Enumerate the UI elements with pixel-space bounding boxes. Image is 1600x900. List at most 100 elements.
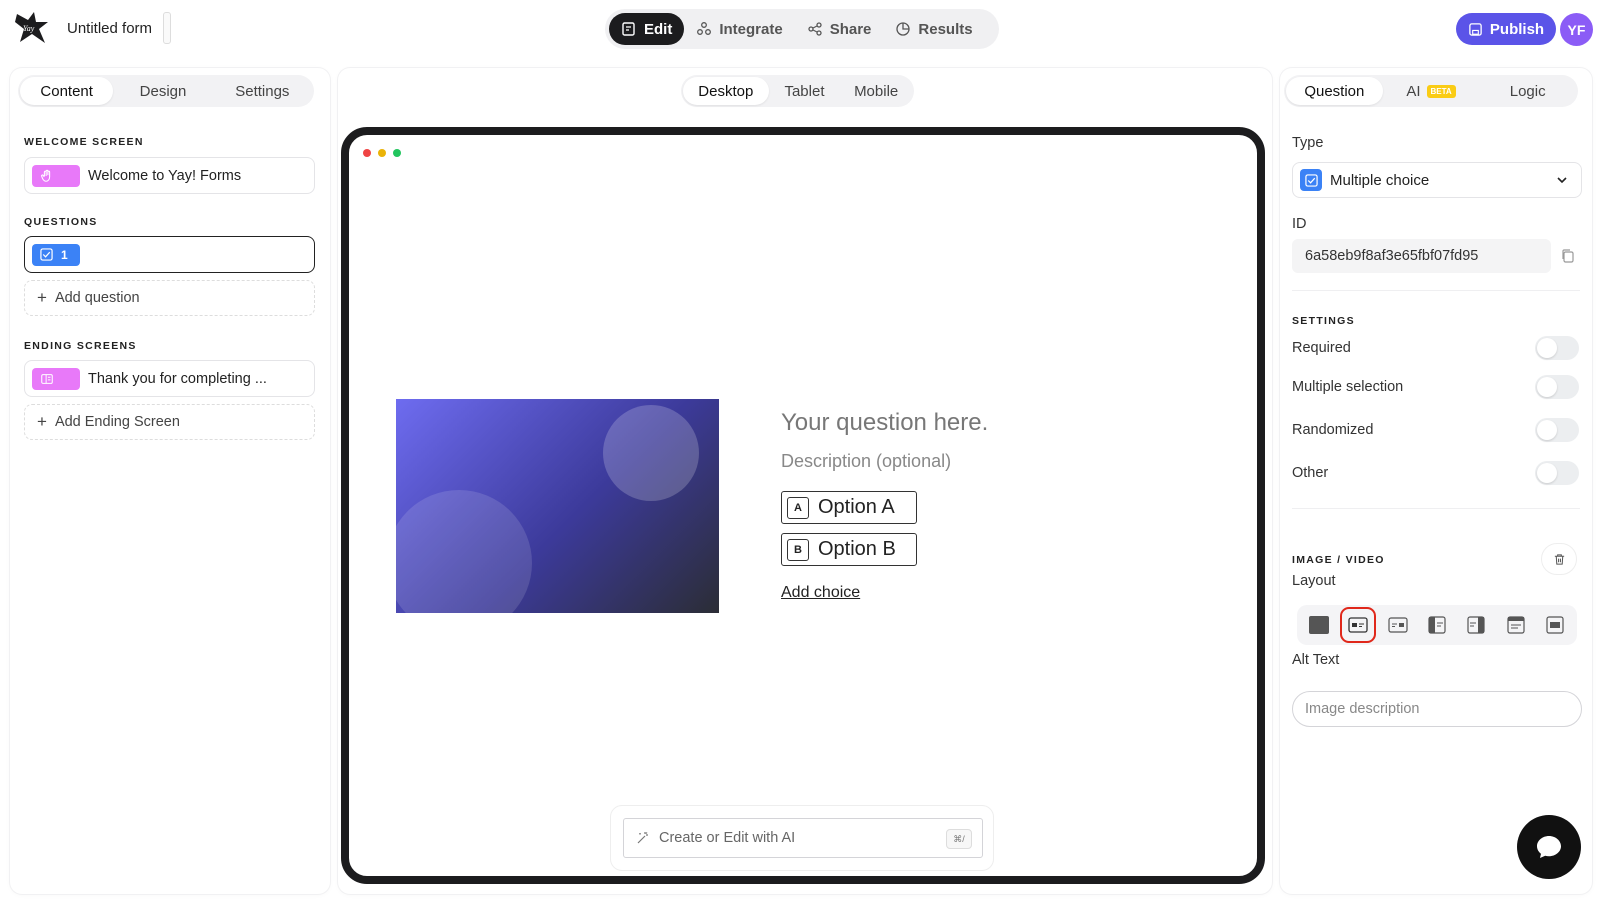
- form-title[interactable]: Untitled form: [67, 20, 152, 37]
- layout-split-right-icon[interactable]: [1462, 611, 1490, 639]
- mode-switch: Edit Integrate Share Results: [605, 9, 999, 49]
- question-chip: 1: [32, 243, 80, 266]
- id-label: ID: [1292, 216, 1307, 232]
- questions-heading: QUESTIONS: [24, 216, 98, 228]
- ending-screen-icon: [32, 367, 80, 390]
- mode-share-label: Share: [829, 20, 872, 38]
- welcome-screen-label: Welcome to Yay! Forms: [88, 167, 242, 184]
- layout-image-left-icon[interactable]: [1340, 607, 1377, 643]
- publish-button[interactable]: Publish: [1456, 13, 1556, 45]
- checkbox-icon: [40, 248, 53, 261]
- welcome-screen-item[interactable]: Welcome to Yay! Forms: [24, 157, 315, 194]
- magic-wand-icon: [637, 832, 648, 844]
- shortcut-hint: ⌘/: [946, 829, 972, 849]
- mode-edit-button[interactable]: Edit: [609, 13, 685, 45]
- other-toggle[interactable]: [1535, 461, 1579, 485]
- trash-icon: [1554, 553, 1564, 565]
- mode-results-button[interactable]: Results: [883, 13, 984, 45]
- layout-image-right-icon[interactable]: [1384, 611, 1412, 639]
- mode-integrate-button[interactable]: Integrate: [684, 13, 794, 45]
- setting-required-label: Required: [1292, 340, 1351, 356]
- avatar[interactable]: YF: [1560, 13, 1593, 46]
- plus-icon: +: [37, 412, 47, 431]
- layout-label: Layout: [1292, 573, 1336, 589]
- choice-key: A: [787, 496, 809, 519]
- yay-forms-logo-icon[interactable]: Yay: [14, 10, 50, 46]
- add-question-button[interactable]: + Add question: [24, 280, 315, 316]
- type-label: Type: [1292, 135, 1324, 151]
- choice-option-a[interactable]: A Option A: [781, 491, 917, 524]
- chat-bubble-icon: [1537, 836, 1561, 858]
- tab-design[interactable]: Design: [113, 77, 212, 105]
- divider: [1292, 508, 1580, 509]
- window-dots: [363, 149, 401, 157]
- layout-split-left-icon[interactable]: [1423, 611, 1451, 639]
- ai-input-placeholder: Create or Edit with AI: [659, 830, 796, 846]
- image-circle-decoration: [396, 490, 532, 613]
- tab-ai-label: AI: [1406, 82, 1421, 100]
- question-item[interactable]: 1: [24, 236, 315, 273]
- question-description[interactable]: Description (optional): [781, 451, 951, 472]
- welcome-screen-heading: WELCOME SCREEN: [24, 136, 144, 148]
- add-ending-screen-label: Add Ending Screen: [54, 414, 180, 430]
- add-question-label: Add question: [54, 290, 140, 306]
- add-choice-link[interactable]: Add choice: [781, 584, 860, 602]
- layout-background-icon[interactable]: [1541, 611, 1569, 639]
- mode-edit-label: Edit: [644, 20, 673, 38]
- left-panel: Content Design Settings WELCOME SCREEN W…: [10, 68, 330, 894]
- choice-label: Option A: [818, 496, 895, 518]
- choice-label: Option B: [818, 538, 896, 560]
- results-icon: [896, 22, 911, 36]
- tab-settings[interactable]: Settings: [213, 77, 312, 105]
- choice-option-b[interactable]: B Option B: [781, 533, 917, 566]
- mode-results-label: Results: [918, 20, 973, 38]
- top-bar: Yay Untitled form Edit Integrate Share R…: [0, 0, 1600, 60]
- randomized-toggle[interactable]: [1535, 418, 1579, 442]
- mode-integrate-label: Integrate: [719, 20, 783, 38]
- mode-share-button[interactable]: Share: [795, 13, 884, 45]
- share-icon: [808, 22, 822, 36]
- edit-icon: [622, 22, 635, 36]
- choice-key: B: [787, 538, 809, 561]
- layout-options: [1297, 605, 1577, 645]
- tab-ai[interactable]: AI BETA: [1383, 77, 1480, 105]
- setting-multiple-selection-label: Multiple selection: [1292, 379, 1404, 395]
- delete-image-button[interactable]: [1541, 543, 1577, 575]
- tab-tablet[interactable]: Tablet: [769, 77, 841, 105]
- question-image[interactable]: [396, 399, 719, 613]
- hand-icon: [32, 164, 80, 187]
- image-video-heading: IMAGE / VIDEO: [1292, 554, 1385, 566]
- layout-full-image-icon[interactable]: [1305, 611, 1333, 639]
- layout-image-top-icon[interactable]: [1502, 611, 1530, 639]
- save-icon: [1469, 22, 1482, 36]
- publish-label: Publish: [1489, 20, 1545, 38]
- add-ending-screen-button[interactable]: + Add Ending Screen: [24, 404, 315, 440]
- tab-content[interactable]: Content: [20, 77, 114, 105]
- question-number: 1: [61, 247, 68, 262]
- tab-question[interactable]: Question: [1286, 77, 1383, 105]
- question-title[interactable]: Your question here.: [781, 409, 988, 437]
- setting-randomized-label: Randomized: [1292, 422, 1374, 438]
- tab-mobile[interactable]: Mobile: [840, 77, 912, 105]
- question-id-field[interactable]: 6a58eb9f8af3e65fbf07fd95: [1292, 239, 1551, 273]
- type-value: Multiple choice: [1330, 171, 1430, 189]
- tab-desktop[interactable]: Desktop: [683, 77, 769, 105]
- tab-logic[interactable]: Logic: [1479, 77, 1576, 105]
- image-circle-decoration: [603, 405, 699, 501]
- multiple-selection-toggle[interactable]: [1535, 375, 1579, 399]
- copy-icon[interactable]: [1560, 248, 1576, 264]
- question-type-select[interactable]: Multiple choice: [1292, 162, 1582, 198]
- required-toggle[interactable]: [1535, 336, 1579, 360]
- checkbox-icon: [1300, 169, 1322, 191]
- setting-other-label: Other: [1292, 465, 1329, 481]
- device-tabs: Desktop Tablet Mobile: [681, 75, 914, 107]
- ai-input[interactable]: Create or Edit with AI ⌘/: [623, 818, 983, 858]
- ending-screen-item[interactable]: Thank you for completing ...: [24, 360, 315, 397]
- minimize-dot-icon: [378, 149, 386, 157]
- chat-support-button[interactable]: [1517, 815, 1581, 879]
- ending-screen-label: Thank you for completing ...: [88, 370, 267, 387]
- alt-text-input[interactable]: Image description: [1292, 691, 1582, 727]
- properties-tabs: Question AI BETA Logic: [1284, 75, 1578, 107]
- left-tabs: Content Design Settings: [18, 75, 314, 107]
- title-edit-caret[interactable]: [163, 12, 171, 44]
